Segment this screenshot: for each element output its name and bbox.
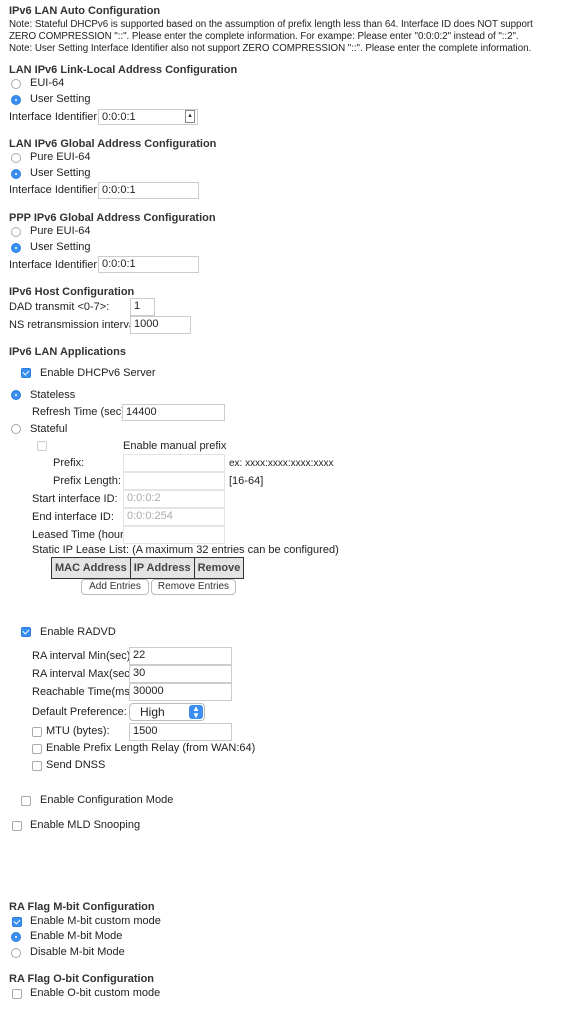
default-preference-select[interactable]: High ▲ ▼ [129, 703, 205, 721]
m-enable-label: Enable M-bit Mode [30, 930, 123, 942]
iid-label: Interface Identifier: [9, 259, 101, 271]
pref-value: High [140, 705, 165, 719]
user-setting-radio[interactable] [11, 243, 21, 253]
dad-label: DAD transmit <0-7>: [9, 301, 110, 313]
m-enable-radio[interactable] [11, 932, 21, 942]
stateful-label: Stateful [30, 423, 68, 435]
add-entries-button[interactable]: Add Entries [81, 579, 149, 595]
iid-label: Interface Identifier: [9, 111, 101, 123]
config-mode-checkbox[interactable] [21, 796, 31, 806]
note-line: ZERO COMPRESSION "::". Please enter the … [9, 31, 519, 42]
prefix-length-hint: [16-64] [229, 475, 264, 487]
col-ip: IP Address [129, 557, 195, 579]
m-disable-radio[interactable] [11, 948, 21, 958]
mtu-checkbox[interactable] [32, 727, 42, 737]
chevron-updown-icon: ▲ ▼ [189, 705, 203, 720]
pure-eui64-label: Pure EUI-64 [30, 151, 91, 163]
eui64-label: EUI-64 [30, 77, 65, 89]
apps-title: IPv6 LAN Applications [9, 346, 126, 358]
leased-input[interactable] [123, 526, 225, 544]
prefix-hint: ex: xxxx:xxxx:xxxx:xxxx [229, 458, 334, 469]
refresh-label: Refresh Time (sec): [32, 406, 128, 418]
prefix-length-input[interactable] [123, 472, 225, 490]
user-setting-radio[interactable] [11, 95, 21, 105]
user-setting-radio[interactable] [11, 169, 21, 179]
col-mac: MAC Address [51, 557, 131, 579]
user-setting-label: User Setting [30, 167, 91, 179]
host-title: IPv6 Host Configuration [9, 286, 135, 298]
manual-prefix-label: Enable manual prefix [123, 440, 227, 452]
refresh-input[interactable]: 14400 [122, 404, 225, 421]
start-id-input[interactable]: 0:0:0:2 [123, 490, 225, 508]
user-setting-label: User Setting [30, 241, 91, 253]
auto-config-title: IPv6 LAN Auto Configuration [9, 5, 161, 17]
dad-input[interactable]: 1 [130, 298, 155, 316]
m-custom-label: Enable M-bit custom mode [30, 915, 161, 927]
link-local-iid-input[interactable]: 0:0:0:1 [98, 109, 198, 125]
manual-prefix-checkbox[interactable] [37, 441, 47, 451]
o-custom-label: Enable O-bit custom mode [30, 987, 161, 999]
ra-max-label: RA interval Max(sec): [32, 668, 137, 680]
remove-entries-button[interactable]: Remove Entries [151, 579, 236, 595]
pure-eui64-radio[interactable] [11, 153, 21, 163]
o-flag-title: RA Flag O-bit Configuration [9, 973, 155, 985]
pure-eui64-label: Pure EUI-64 [30, 225, 91, 237]
ns-label: NS retransmission interval: [9, 319, 141, 331]
mtu-input[interactable]: 1500 [129, 723, 232, 741]
note-line: Note: User Setting Interface Identifier … [9, 43, 532, 54]
o-custom-checkbox[interactable] [12, 989, 22, 999]
global-iid-input[interactable]: 0:0:0:1 [98, 182, 199, 199]
prefix-length-label: Prefix Length: [53, 475, 121, 487]
dhcpv6-label: Enable DHCPv6 Server [40, 367, 156, 379]
prefix-relay-checkbox[interactable] [32, 744, 42, 754]
send-dnss-label: Send DNSS [46, 759, 106, 771]
ra-min-label: RA interval Min(sec): [32, 650, 134, 662]
m-disable-label: Disable M-bit Mode [30, 946, 125, 958]
m-custom-checkbox[interactable] [12, 917, 22, 927]
prefix-label: Prefix: [53, 457, 85, 469]
user-setting-label: User Setting [30, 93, 91, 105]
ppp-title: PPP IPv6 Global Address Configuration [9, 212, 216, 224]
prefix-input[interactable] [123, 454, 225, 472]
global-title: LAN IPv6 Global Address Configuration [9, 138, 217, 150]
stateless-label: Stateless [30, 389, 76, 401]
pure-eui64-radio[interactable] [11, 227, 21, 237]
reachable-label: Reachable Time(ms): [32, 686, 137, 698]
mld-label: Enable MLD Snooping [30, 819, 141, 831]
start-id-label: Start interface ID: [32, 493, 118, 505]
radvd-checkbox[interactable] [21, 627, 31, 637]
send-dnss-checkbox[interactable] [32, 761, 42, 771]
mld-checkbox[interactable] [12, 821, 22, 831]
contact-card-icon: ▴ [185, 110, 195, 123]
stateless-radio[interactable] [11, 390, 21, 400]
mtu-label: MTU (bytes): [46, 725, 110, 737]
end-id-label: End interface ID: [32, 511, 114, 523]
link-local-title: LAN IPv6 Link-Local Address Configuratio… [9, 64, 238, 76]
m-flag-title: RA Flag M-bit Configuration [9, 901, 155, 913]
iid-label: Interface Identifier: [9, 184, 101, 196]
prefix-relay-label: Enable Prefix Length Relay (from WAN:64) [46, 742, 256, 754]
ns-input[interactable]: 1000 [130, 316, 191, 334]
note-line: Note: Stateful DHCPv6 is supported based… [9, 19, 533, 30]
eui64-radio[interactable] [11, 79, 21, 89]
pref-label: Default Preference: [32, 706, 127, 718]
radvd-label: Enable RADVD [40, 626, 116, 638]
ra-min-input[interactable]: 22 [129, 647, 232, 665]
ra-max-input[interactable]: 30 [129, 665, 232, 683]
col-remove: Remove [193, 557, 245, 579]
ppp-iid-input[interactable]: 0:0:0:1 [98, 256, 199, 273]
config-mode-label: Enable Configuration Mode [40, 794, 174, 806]
leased-label: Leased Time (hour): [32, 529, 131, 541]
static-list-label: Static IP Lease List: (A maximum 32 entr… [32, 544, 339, 556]
end-id-input[interactable]: 0:0:0:254 [123, 508, 225, 526]
dhcpv6-checkbox[interactable] [21, 368, 31, 378]
static-lease-table: MAC Address IP Address Remove [51, 557, 245, 579]
reachable-input[interactable]: 30000 [129, 683, 232, 701]
stateful-radio[interactable] [11, 424, 21, 434]
